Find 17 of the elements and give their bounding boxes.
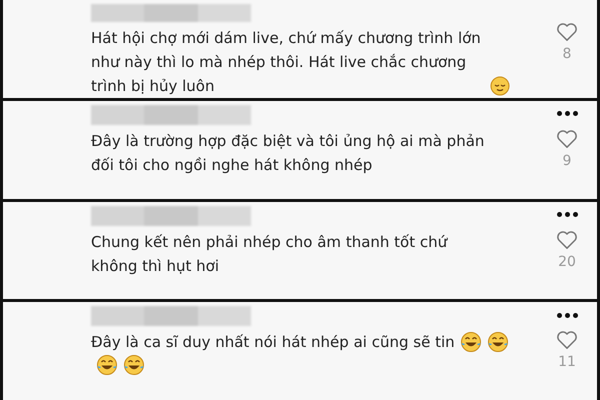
- heart-icon[interactable]: [556, 22, 578, 42]
- heart-icon[interactable]: [556, 330, 578, 350]
- heart-icon[interactable]: [556, 128, 578, 149]
- comment-text: Đây là trường hợp đặc biệt và tôi ủng hộ ai mà phản đối tôi cho ngồi nghe hát không nhép: [91, 130, 486, 176]
- laughing-tears-face-icon: [96, 354, 118, 376]
- laughing-tears-face-icon: [486, 331, 509, 354]
- comment-text: Đây là ca sĩ duy nhất nói hát nhép ai cũng sẽ tin: [91, 332, 455, 354]
- comment-text: Chung kết nên phải nhép cho âm thanh tốt chứ không thì hụt hơi: [91, 232, 449, 276]
- laughing-tears-face-icon: [460, 331, 482, 354]
- comment-text: Hát hội chợ mới dám live, chứ mấy chương trình lớn như này thì lo mà nhép thôi. Hát live chắc chương trình bị hủy luôn: [91, 28, 482, 97]
- laughing-tears-face-icon: [123, 354, 145, 376]
- like-count: 8: [562, 45, 572, 64]
- like-count: 11: [558, 353, 576, 372]
- like-count: 9: [562, 152, 572, 171]
- relieved-face-icon: [490, 76, 510, 96]
- like-count: 20: [558, 252, 576, 272]
- heart-icon[interactable]: [556, 230, 578, 250]
